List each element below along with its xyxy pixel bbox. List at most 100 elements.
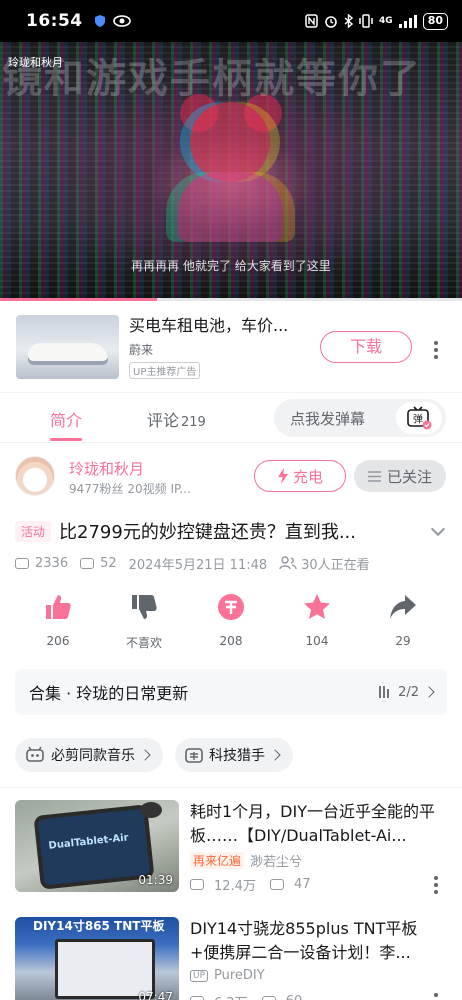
danmaku-toggle-button[interactable]: 弹 [396,402,442,434]
eye-icon [112,15,131,27]
chevron-right-icon [269,749,281,761]
author-name[interactable]: 玲珑和秋月 [69,458,144,479]
ad-more-icon[interactable] [434,341,438,359]
charge-label: 充电 [292,467,323,486]
recommended-thumbnail[interactable]: DualTablet-Air 01:39 [15,800,179,892]
battery-indicator: 80 [422,12,448,30]
tag-list: 必剪同款音乐 科技猎手 [15,738,293,772]
section-divider [0,787,462,788]
recommended-danmaku: 47 [293,877,311,892]
vibrate-icon [359,14,373,28]
lightning-icon [277,468,288,484]
author-avatar[interactable] [15,456,55,496]
thumb-text: DualTablet-Air [48,832,130,852]
chevron-right-icon [139,749,151,761]
recommended-author[interactable]: PureDIY [214,968,265,983]
collection-card[interactable]: 合集 · 玲珑的日常更新 2/2 [15,669,447,715]
recommended-video-card[interactable]: DualTablet-Air 01:39 耗时1个月，DIY一台近乎全能的平板…… [0,800,462,910]
music-robot-icon [26,746,44,762]
network-label: 4G [379,16,393,26]
recommended-author[interactable]: 渺若尘兮 [250,851,302,870]
star-icon [304,594,330,619]
author-row: 玲珑和秋月 9477粉丝 20视频 IP... 充电 已关注 [0,450,462,506]
recommended-more-icon[interactable] [434,876,438,894]
event-tag: 活动 [15,520,52,542]
tag-tech[interactable]: 科技猎手 [175,738,293,772]
recommended-duration: 01:39 [138,873,173,887]
coin-button[interactable]: 208 [196,590,266,648]
status-bar: 16:54 4G 80 [0,0,462,42]
watching-count: 30人正在看 [301,557,370,573]
share-button[interactable]: 29 [368,590,438,648]
status-time: 16:54 [26,11,83,31]
video-title-row[interactable]: 活动 比2799元的妙控键盘还贵？直到我... [15,516,447,546]
thumb-mouse [140,802,162,818]
alarm-icon [325,16,337,28]
thumb-tablet: DualTablet-Air [37,808,151,886]
like-button[interactable]: 206 [23,590,93,648]
ad-download-button[interactable]: 下载 [320,331,412,363]
vpn-shield-icon [94,15,105,27]
collection-title: 合集 · 玲珑的日常更新 [29,684,189,703]
recommended-views: 12.4万 [214,879,256,894]
recommended-title: DIY14寸骁龙855plus TNT平板+便携屏二合一设备计划！李... [190,919,418,962]
video-uploader-watermark: 玲珑和秋月 [8,56,63,69]
video-overlay-text: 镜和游戏手柄就等你了 [2,56,422,102]
charge-button[interactable]: 充电 [254,460,346,492]
up-tag: UP [190,969,209,982]
figure-head [190,102,270,182]
like-count: 206 [46,634,70,648]
coin-icon [218,594,244,620]
danmaku-count-icon [269,879,284,890]
favorite-button[interactable]: 104 [282,590,352,648]
nfc-icon [305,14,318,28]
publish-date: 2024年5月21日 11:48 [128,557,268,573]
tab-comments[interactable]: 评论 219 [147,407,206,431]
recommended-danmaku: 60 [286,994,303,1000]
share-arrow-icon [390,595,416,619]
signal-icon [398,14,417,28]
thumbs-down-icon [132,595,157,619]
video-player[interactable]: 镜和游戏手柄就等你了 玲珑和秋月 再再再再 他就完了 给大家看到了这里 [0,42,462,300]
thumbs-up-icon [46,595,71,619]
ad-card[interactable]: 买电车租电池，车价... 蔚来 UP主推荐广告 下载 [0,301,462,393]
menu-lines-icon [367,470,381,482]
expand-chevron-icon[interactable] [430,521,446,537]
video-title: 比2799元的妙控键盘还贵？直到我... [59,522,356,543]
ad-thumbnail[interactable] [16,314,119,379]
danmaku-input[interactable]: 点我发弹幕 弹 [274,399,446,437]
recommended-thumbnail[interactable]: DIY14寸865 TNT平板 07:47 [15,917,179,1000]
danmaku-tv-icon: 弹 [407,406,432,430]
recommended-duration: 07:47 [138,990,173,1000]
tab-intro[interactable]: 简介 [50,407,82,431]
tab-bar: 简介 评论 219 点我发弹幕 弹 [0,393,462,443]
recommended-video-card[interactable]: DIY14寸865 TNT平板 07:47 DIY14寸骁龙855plus TN… [0,917,462,1000]
bluetooth-icon [344,14,354,28]
danmaku-placeholder: 点我发弹幕 [290,409,366,428]
chevron-right-icon [423,686,435,698]
viewers-icon [279,556,297,570]
play-count-icon [190,996,204,1000]
action-bar: 206 不喜欢 208 104 29 [0,590,462,650]
follow-button[interactable]: 已关注 [354,460,446,492]
play-count-icon [190,879,204,890]
share-count: 29 [395,634,411,648]
ad-brand: 蔚来 [129,342,154,357]
recommended-views: 6.2万 [214,992,248,1000]
danmaku-count-icon [261,996,276,1000]
recommended-more-icon[interactable] [434,993,438,1000]
follow-label: 已关注 [386,467,432,486]
figure-body [178,172,283,242]
collection-progress: 2/2 [398,684,419,700]
video-subtitle: 再再再再 他就完了 给大家看到了这里 [131,259,331,273]
coin-count: 208 [219,634,243,648]
play-count-icon [15,557,29,569]
ad-title[interactable]: 买电车租电池，车价... [129,315,309,337]
dislike-button[interactable]: 不喜欢 [109,590,179,651]
tag-music[interactable]: 必剪同款音乐 [15,738,163,772]
ad-car-shape [28,342,108,365]
dislike-label: 不喜欢 [125,636,162,650]
tag-music-label: 必剪同款音乐 [51,748,135,764]
tag-tech-label: 科技猎手 [209,748,265,764]
favorite-count: 104 [305,634,329,648]
